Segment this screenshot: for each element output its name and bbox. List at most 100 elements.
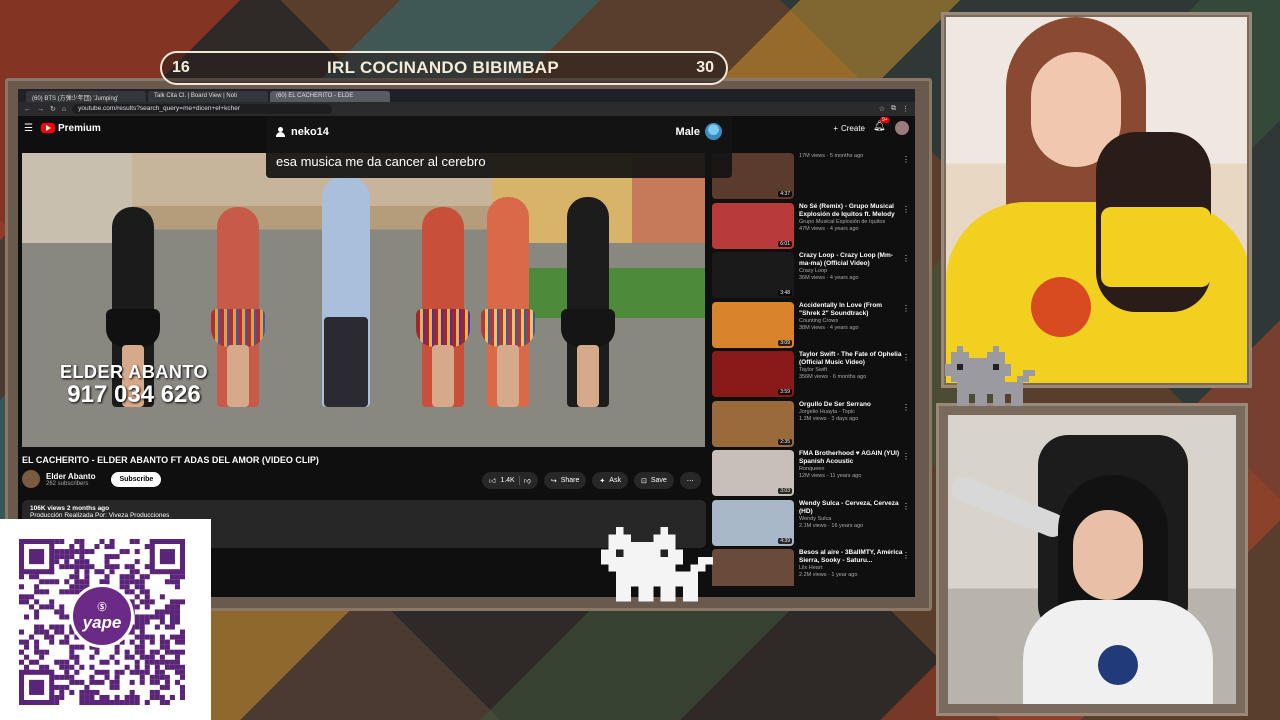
browser-menu-icon[interactable]: ⋮ (902, 105, 909, 113)
more-options-icon[interactable]: ⋮ (902, 551, 910, 561)
recommendation-text: FMA Brotherhood ♥ AGAIN (YUI) Spanish Ac… (799, 450, 912, 500)
url-field[interactable]: youtube.com/results?search_query=me+dice… (72, 104, 333, 114)
create-button[interactable]: + Create (833, 124, 865, 133)
home-icon[interactable]: ⌂ (62, 106, 66, 113)
recommendation-thumbnail[interactable]: 3:48 (712, 549, 794, 586)
recommendation-item[interactable]: 2:35 Orgullo De Ser Serrano Jorgelio Hua… (712, 400, 912, 451)
recommendation-channel[interactable]: Counting Crows (799, 318, 904, 325)
channel-name[interactable]: Elder Abanto (46, 472, 95, 481)
recommendation-thumbnail[interactable]: 3:59 (712, 351, 794, 397)
reload-icon[interactable]: ↻ (50, 105, 56, 113)
stream-title: IRL COCINANDO BIBIMBAP (326, 58, 559, 77)
plus-icon: + (833, 123, 838, 133)
sparkle-icon: ✦ (599, 477, 606, 485)
recommendation-title[interactable]: Taylor Swift - The Fate of Ophelia (Offi… (799, 351, 904, 367)
recommendation-thumbnail[interactable]: 3:09 (712, 301, 794, 348)
channel-row: Elder Abanto 262 subscribers Subscribe (22, 470, 162, 488)
like-button[interactable]: 👍︎ 1.4K 👎︎ (482, 472, 538, 489)
browser-tab[interactable]: Talk Cita Cl. | Board View | Noti (148, 91, 268, 102)
recommendation-meta: 47M views · 4 years ago (799, 225, 859, 232)
video-title: EL CACHERITO - ELDER ABANTO FT ADAS DEL … (22, 455, 319, 465)
more-options-icon[interactable]: ⋮ (902, 452, 910, 462)
recommendation-channel[interactable]: Crazy Loop (799, 268, 904, 275)
counter-left: 16 (172, 59, 190, 76)
forward-icon[interactable]: → (37, 106, 44, 113)
youtube-premium-label: Premium (57, 122, 101, 134)
video-player[interactable]: ELDER ABANTO 917 034 626 (22, 153, 705, 447)
more-options-icon[interactable]: ⋮ (902, 353, 910, 363)
star-icon[interactable]: ☆ (879, 105, 885, 113)
sun-logo-icon (1031, 277, 1091, 337)
recommendation-meta: 36M views · 4 years ago (799, 275, 859, 282)
recommendation-channel[interactable]: Wendy Sulca (799, 516, 904, 523)
recommendation-title[interactable]: Besos al aire - 3BallMTY, América Sierra… (799, 549, 904, 565)
more-options-icon[interactable]: ⋮ (902, 155, 910, 165)
video-singer (322, 177, 370, 407)
recommendation-item[interactable]: 3:48 Besos al aire - 3BallMTY, América S… (712, 549, 912, 586)
recommendation-title[interactable]: Orgullo De Ser Serrano (799, 401, 904, 409)
video-duration: 4:39 (778, 537, 792, 544)
male-avatar-icon (705, 123, 722, 140)
recommendation-title[interactable]: FMA Brotherhood ♥ AGAIN (YUI) Spanish Ac… (799, 450, 904, 466)
video-duration: 3:09 (778, 339, 792, 346)
video-duration: 4:37 (778, 191, 792, 197)
thumbs-down-icon[interactable]: 👎︎ (518, 476, 531, 485)
more-actions-icon[interactable]: ⋯ (679, 472, 701, 489)
recommendation-item[interactable]: 4:39 Wendy Sulca - Cerveza, Cerveza (HD)… (712, 499, 912, 550)
recommendation-thumbnail[interactable]: 6:01 (712, 202, 794, 249)
recommendation-text: 17M views · 5 months ago ⋮ (799, 153, 912, 203)
youtube-play-icon (40, 123, 55, 133)
recommendation-channel[interactable]: Lilx Heart (799, 565, 904, 572)
recommendation-title[interactable]: Accidentally In Love (From "Shrek 2" Sou… (799, 302, 904, 318)
recommendation-item[interactable]: 6:01 No Sé (Remix) - Grupo Musical Explo… (712, 202, 912, 253)
recommendation-title[interactable]: Wendy Sulca - Cerveza, Cerveza (HD) (799, 500, 904, 516)
recommendation-thumbnail[interactable]: 3:48 (712, 252, 794, 298)
video-actions: 👍︎ 1.4K 👎︎ ↪ Share ✦ Ask ⊡ Save ⋯ (482, 472, 701, 489)
recommendation-channel[interactable]: Ronqueen (799, 466, 904, 473)
share-button[interactable]: ↪ Share (543, 472, 587, 489)
recommendation-title[interactable]: Crazy Loop - Crazy Loop (Mm-ma-ma) (Offi… (799, 252, 904, 268)
recommendation-channel[interactable]: Taylor Swift (799, 367, 904, 374)
more-options-icon[interactable]: ⋮ (902, 502, 910, 512)
subscribe-button[interactable]: Subscribe (111, 471, 162, 487)
video-duration: 3:59 (778, 389, 792, 395)
back-icon[interactable]: ← (24, 106, 31, 113)
video-dancer (481, 197, 535, 407)
channel-avatar[interactable] (22, 470, 40, 488)
recommendation-item[interactable]: 4:37 17M views · 5 months ago ⋮ (712, 153, 912, 203)
hamburger-menu-icon[interactable]: ☰ (24, 123, 33, 134)
video-watermark: ELDER ABANTO 917 034 626 (60, 363, 208, 407)
extensions-icon[interactable]: ⧉ (891, 105, 896, 113)
recommendation-thumbnail[interactable]: 4:39 (712, 499, 794, 546)
browser-tab[interactable]: (60) BTS (方弾少年団) 'Jumping' (26, 91, 146, 102)
more-options-icon[interactable]: ⋮ (902, 403, 910, 413)
chat-username: neko14 (291, 125, 329, 138)
recommendation-thumbnail[interactable]: 3:03 (712, 450, 794, 496)
account-avatar[interactable] (895, 121, 909, 135)
recommendation-item[interactable]: 3:03 FMA Brotherhood ♥ AGAIN (YUI) Spani… (712, 450, 912, 500)
more-options-icon[interactable]: ⋮ (902, 254, 910, 264)
chat-gender: Male (676, 123, 722, 140)
description-text: Producción Realizada Por: Viveza Producc… (30, 512, 170, 519)
browser-tab-active[interactable]: (60) EL CACHERITO - ELDE (270, 91, 390, 102)
chat-message-text: esa musica me da cancer al cerebro (276, 154, 486, 169)
youtube-logo[interactable]: Premium (40, 122, 101, 134)
notifications-bell-icon[interactable]: 🔔︎ 9+ (873, 117, 890, 135)
recommendation-thumbnail[interactable]: 2:35 (712, 400, 794, 447)
recommendation-item[interactable]: 3:59 Taylor Swift - The Fate of Ophelia … (712, 351, 912, 401)
save-button[interactable]: ⊡ Save (633, 472, 674, 489)
more-options-icon[interactable]: ⋮ (902, 205, 910, 215)
recommendation-title[interactable]: No Sé (Remix) - Grupo Musical Explosión … (799, 203, 904, 219)
recommendation-item[interactable]: 3:48 Crazy Loop - Crazy Loop (Mm-ma-ma) … (712, 252, 912, 302)
upload-age: 2 months ago (66, 505, 110, 512)
save-label: Save (650, 477, 667, 484)
recommendation-channel[interactable]: Grupo Musical Explosión de Iquitos (799, 219, 904, 226)
recommendation-text: No Sé (Remix) - Grupo Musical Explosión … (799, 203, 912, 253)
notification-count: 9+ (880, 117, 890, 123)
ask-button[interactable]: ✦ Ask (592, 472, 628, 489)
more-options-icon[interactable]: ⋮ (902, 304, 910, 314)
recommendation-channel[interactable]: Jorgelio Huayta - Topic (799, 409, 904, 416)
bookmark-icon: ⊡ (640, 477, 647, 485)
yape-logo: Ⓢ yape (70, 584, 134, 648)
recommendation-item[interactable]: 3:09 Accidentally In Love (From "Shrek 2… (712, 301, 912, 352)
